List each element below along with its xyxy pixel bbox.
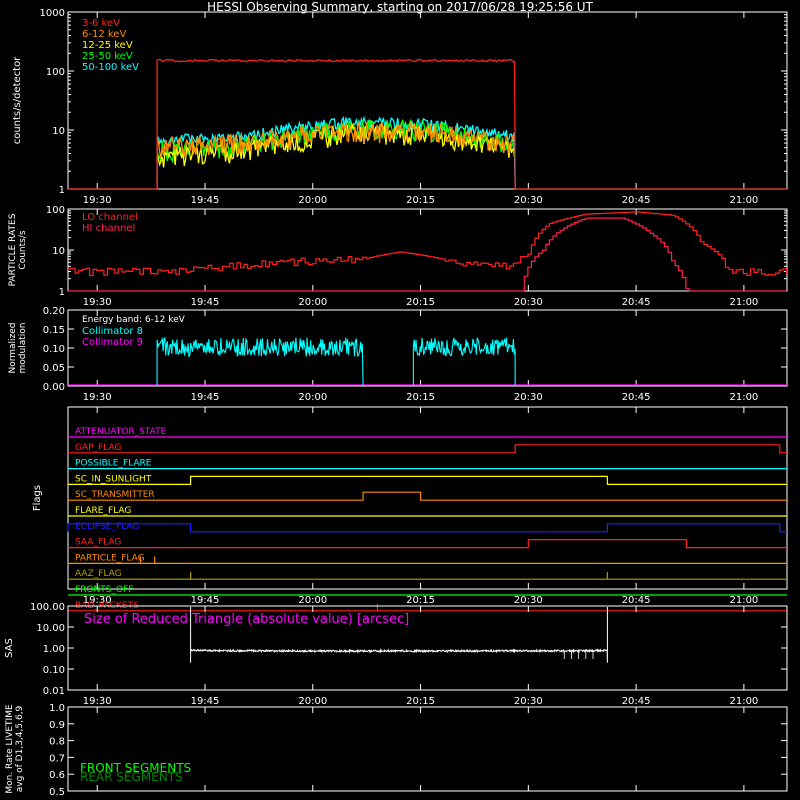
y-tick-label: 10 [52,246,65,257]
flag-label: FRONTS_OFF [75,585,133,595]
y-tick-label: 1.00 [43,644,65,655]
legend-entry: 25-50 keV [82,51,133,62]
y-tick-label: 0.20 [43,306,65,317]
y-tick-label: 100 [46,205,65,216]
y-axis-label: modulation [18,323,28,374]
flag-label: ECLIPSE_FLAG [75,522,139,532]
x-tick-label: 20:30 [514,392,543,403]
x-tick-label: 20:15 [406,696,435,707]
y-axis-label: Flags [32,485,43,511]
x-tick-label: 20:15 [406,195,435,206]
y-tick-label: 0.10 [43,665,65,676]
y-tick-label: 0.10 [43,344,65,355]
x-tick-label: 19:30 [83,297,112,308]
x-tick-label: 20:15 [406,595,435,606]
x-tick-label: 20:30 [514,696,543,707]
y-axis-label: Normalized [8,322,18,373]
x-tick-label: 20:45 [622,696,651,707]
y-tick-label: 10 [52,126,65,137]
legend-entry: 12-25 keV [82,40,133,51]
y-axis-label: counts/s/detector [12,56,23,144]
legend-entry: HI channel [82,223,135,234]
x-tick-label: 20:15 [406,392,435,403]
y-axis-label: SAS [4,638,15,658]
y-tick-label: 0.5 [49,787,65,798]
y-tick-label: 1 [59,185,65,196]
y-tick-label: 0.9 [49,720,65,731]
hessi-summary-figure: HESSI Observing Summary, starting on 201… [0,0,800,800]
legend-entry: Collimator 9 [82,337,143,348]
x-tick-label: 20:45 [622,195,651,206]
x-tick-label: 19:30 [83,195,112,206]
annotation-sas: Size of Reduced Triangle (absolute value… [84,612,409,627]
flag-label: SC_TRANSMITTER [75,490,155,500]
y-tick-label: 0.7 [49,753,65,764]
x-tick-label: 19:45 [191,195,220,206]
background [0,0,800,800]
y-tick-label: 1 [59,287,65,298]
x-tick-label: 20:45 [622,392,651,403]
x-tick-label: 19:45 [191,297,220,308]
y-tick-label: 100 [46,67,65,78]
legend-entry: 3-6 keV [82,18,120,29]
y-axis-label: Counts/s [18,230,28,269]
y-axis-label: avg of D1,3,4,5,6,9 [15,705,25,792]
x-tick-label: 20:00 [298,595,327,606]
flag-label: AAZ_FLAG [75,569,122,579]
legend-entry: 6-12 keV [82,29,126,40]
y-tick-label: 1000 [40,8,65,19]
x-tick-label: 21:00 [729,696,758,707]
y-tick-label: 0.00 [43,382,65,393]
y-tick-label: 0.8 [49,737,65,748]
x-tick-label: 20:30 [514,297,543,308]
y-tick-label: 1.0 [49,703,65,714]
legend-entry: REAR SEGMENTS [80,770,183,784]
legend-entry: 50-100 keV [82,62,139,73]
x-tick-label: 19:30 [83,696,112,707]
y-tick-label: 0.6 [49,770,65,781]
x-tick-label: 19:30 [83,392,112,403]
flag-label: PARTICLE_FLAG [75,553,145,563]
x-tick-label: 20:45 [622,595,651,606]
flag-label: ATTENUATOR_STATE [75,427,167,437]
x-tick-label: 20:30 [514,195,543,206]
legend-entry: Collimator 8 [82,326,143,337]
x-tick-label: 20:15 [406,297,435,308]
flag-label: GAP_FLAG [75,443,121,453]
y-tick-label: 100.00 [30,602,65,613]
flag-label: FLARE_FLAG [75,506,131,516]
x-tick-label: 20:30 [514,595,543,606]
x-tick-label: 20:00 [298,195,327,206]
x-tick-label: 20:00 [298,392,327,403]
annotation-energy-band: Energy band: 6-12 keV [82,315,186,325]
flag-label: SC_IN_SUNLIGHT [75,474,152,484]
y-tick-label: 10.00 [36,623,65,634]
x-tick-label: 20:00 [298,297,327,308]
y-tick-label: 0.01 [43,686,65,697]
x-tick-label: 19:45 [191,392,220,403]
x-tick-label: 20:45 [622,297,651,308]
y-axis-label: PARTICLE RATES [8,213,18,286]
y-tick-label: 0.15 [43,325,65,336]
x-tick-label: 21:00 [729,392,758,403]
x-tick-label: 19:45 [191,595,220,606]
x-tick-label: 21:00 [729,195,758,206]
y-axis-label: Mon. Rate LIVETIME [5,704,15,794]
x-tick-label: 21:00 [729,595,758,606]
x-tick-label: 21:00 [729,297,758,308]
x-tick-label: 19:45 [191,696,220,707]
flag-label: SAA_FLAG [75,538,121,548]
y-tick-label: 0.05 [43,363,65,374]
x-tick-label: 20:00 [298,696,327,707]
legend-entry: LO channel [82,212,138,223]
flag-label: POSSIBLE_FLARE [75,459,152,469]
